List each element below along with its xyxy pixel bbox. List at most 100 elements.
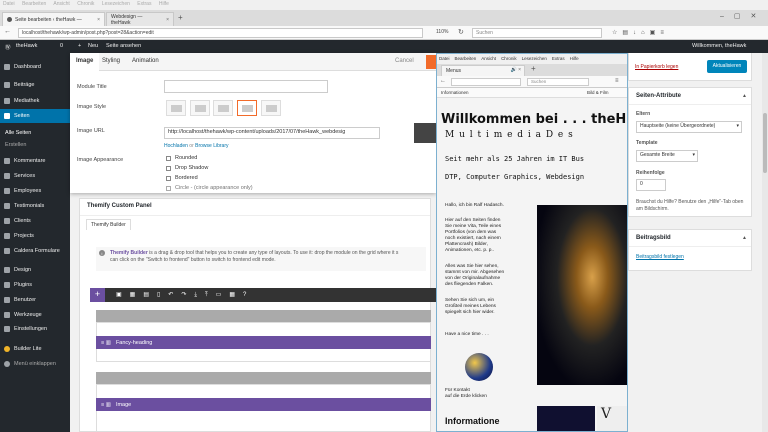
close-icon[interactable]: 🔊 × bbox=[510, 67, 521, 73]
cancel-button[interactable]: Cancel bbox=[395, 58, 414, 64]
trash-link[interactable]: In Papierkorb legen bbox=[635, 64, 678, 70]
module-image[interactable]: ≡ ▥ Image bbox=[96, 398, 431, 411]
close-icon[interactable]: × bbox=[166, 17, 169, 23]
browse-library-link[interactable]: Browse Library bbox=[195, 143, 228, 149]
menu-extras[interactable]: Extras bbox=[552, 56, 565, 62]
update-button[interactable]: Aktualisieren bbox=[707, 60, 747, 73]
wp-logo-icon[interactable]: Ⓦ bbox=[5, 43, 11, 51]
image-url-input[interactable]: http://localhost/thehawk/wp-content/uplo… bbox=[164, 127, 380, 139]
tab-animation[interactable]: Animation bbox=[132, 58, 159, 64]
module-fancy-heading[interactable]: ≡ ▥ Fancy-heading bbox=[96, 336, 431, 349]
menu-bearbeiten[interactable]: Bearbeiten bbox=[455, 56, 477, 62]
module-title-input[interactable] bbox=[164, 80, 328, 93]
set-featured-image-link[interactable]: Beitragsbild festlegen bbox=[636, 254, 684, 260]
overlay-url-bar[interactable] bbox=[451, 78, 521, 86]
style-option[interactable] bbox=[190, 100, 210, 116]
admin-welcome[interactable]: Willkommen, theHawk bbox=[692, 43, 746, 49]
zoom-level[interactable]: 110% bbox=[436, 29, 448, 35]
menu-hilfe[interactable]: Hilfe bbox=[570, 56, 579, 62]
back-icon[interactable]: ← bbox=[4, 28, 11, 35]
sidebar-item-pages[interactable]: Seiten bbox=[0, 109, 70, 123]
close-icon[interactable]: × bbox=[97, 17, 100, 23]
sidebar-item-media[interactable]: Mediathek bbox=[0, 95, 70, 107]
drag-handle-icon[interactable]: ≡ ▥ bbox=[101, 340, 111, 346]
scrollbar-thumb[interactable] bbox=[763, 113, 767, 173]
sidebar-item-design[interactable]: Design bbox=[0, 264, 70, 276]
collapse-icon[interactable]: ▲ bbox=[742, 93, 747, 99]
sidebar-item-users[interactable]: Benutzer bbox=[0, 294, 70, 306]
sidebar-item-settings[interactable]: Einstellungen bbox=[0, 323, 70, 335]
style-option[interactable] bbox=[166, 100, 186, 116]
sidebar-item-comments[interactable]: Kommentare bbox=[0, 155, 70, 167]
comments-count[interactable]: 0 bbox=[60, 43, 63, 49]
parent-select[interactable]: Hauptseite (keine Übergeordnete) ▾ bbox=[636, 121, 742, 133]
window-controls[interactable]: –▢✕ bbox=[720, 12, 766, 20]
sidebar-item-employees[interactable]: Employees bbox=[0, 185, 70, 197]
overlay-search-input[interactable]: Suchen bbox=[527, 78, 589, 86]
new-tab-button[interactable]: + bbox=[178, 13, 183, 22]
sidebar-item-posts[interactable]: Beiträge bbox=[0, 79, 70, 91]
style-option-selected[interactable] bbox=[237, 100, 257, 116]
menu-ansicht[interactable]: Ansicht bbox=[481, 56, 496, 62]
menu-lesezeichen[interactable]: Lesezeichen bbox=[102, 1, 130, 7]
collapse-icon[interactable]: ▲ bbox=[742, 235, 747, 241]
collapse-menu[interactable]: Menü einklappen bbox=[0, 358, 70, 370]
menu-ansicht[interactable]: Ansicht bbox=[53, 1, 69, 7]
menu-icon[interactable]: ≡ bbox=[615, 78, 619, 84]
sidebar-item-tools[interactable]: Werkzeuge bbox=[0, 309, 70, 321]
tab-themify-builder[interactable]: Themify Builder bbox=[86, 219, 131, 230]
style-option[interactable] bbox=[213, 100, 233, 116]
menu-chronik[interactable]: Chronik bbox=[77, 1, 94, 7]
upload-link[interactable]: Hochladen bbox=[164, 143, 188, 149]
checkbox-circle[interactable]: Circle - (circle appearance only) bbox=[166, 185, 253, 191]
bookmark-bild-film[interactable]: Bild & Film bbox=[587, 90, 609, 95]
tab-webdesign[interactable]: Webdesign — theHawk × bbox=[106, 12, 174, 26]
toolbar-icons[interactable]: ☆▤↓⌂▣≡ bbox=[612, 29, 669, 36]
menu-lesezeichen[interactable]: Lesezeichen bbox=[522, 56, 547, 62]
admin-new[interactable]: Neu bbox=[88, 43, 98, 49]
admin-view-page[interactable]: Seite ansehen bbox=[106, 43, 141, 49]
reload-icon[interactable]: ↻ bbox=[458, 28, 464, 36]
search-input[interactable]: Suchen bbox=[472, 28, 602, 38]
sidebar-item-dashboard[interactable]: Dashboard bbox=[0, 61, 70, 73]
tab-image[interactable]: Image bbox=[70, 53, 100, 71]
sidebar-item-all-pages[interactable]: Alle Seiten bbox=[0, 127, 70, 139]
menu-datei[interactable]: Datei bbox=[3, 1, 15, 7]
row-header[interactable] bbox=[96, 310, 431, 322]
checkbox-drop-shadow[interactable]: Drop Shadow bbox=[166, 165, 208, 171]
url-bar[interactable]: localhost/thehawk/wp-admin/post.php?post… bbox=[18, 28, 423, 38]
template-select[interactable]: Gesamte Breite ▾ bbox=[636, 150, 698, 162]
menu-chronik[interactable]: Chronik bbox=[501, 56, 517, 62]
tab-edit-page[interactable]: Seite bearbeiten ‹ theHawk — × bbox=[2, 12, 105, 26]
plus-icon[interactable]: + bbox=[78, 43, 81, 49]
checkbox-bordered[interactable]: Bordered bbox=[166, 175, 198, 181]
tab-menus[interactable]: Menus 🔊 × bbox=[441, 65, 525, 76]
style-option[interactable] bbox=[261, 100, 281, 116]
back-icon[interactable]: ← bbox=[440, 78, 446, 84]
sidebar-item-services[interactable]: Services bbox=[0, 170, 70, 182]
add-module-button[interactable]: + bbox=[90, 288, 105, 302]
bookmark-informationen[interactable]: Informationen bbox=[441, 90, 469, 95]
menu-bearbeiten[interactable]: Bearbeiten bbox=[22, 1, 46, 7]
sidebar-item-plugins[interactable]: Plugins bbox=[0, 279, 70, 291]
admin-site-name[interactable]: theHawk bbox=[16, 43, 37, 49]
save-button[interactable] bbox=[426, 55, 436, 69]
sidebar-item-create[interactable]: Erstellen bbox=[0, 139, 70, 151]
order-input[interactable]: 0 bbox=[636, 179, 666, 191]
toolbar-icons[interactable]: ▣▦▤▯↶↷⤓⤒▭▦? bbox=[116, 291, 254, 299]
menu-hilfe[interactable]: Hilfe bbox=[159, 1, 169, 7]
sidebar-item-builder-lite[interactable]: Builder Lite bbox=[0, 343, 70, 355]
sidebar-item-testimonials[interactable]: Testimonials bbox=[0, 200, 70, 212]
earth-icon[interactable] bbox=[465, 353, 493, 381]
sidebar-item-clients[interactable]: Clients bbox=[0, 215, 70, 227]
sidebar-item-projects[interactable]: Projects bbox=[0, 230, 70, 242]
row-header[interactable] bbox=[96, 372, 431, 384]
menu-extras[interactable]: Extras bbox=[137, 1, 151, 7]
checkbox-rounded[interactable]: Rounded bbox=[166, 155, 197, 161]
tab-styling[interactable]: Styling bbox=[102, 58, 120, 64]
page-scrollbar[interactable] bbox=[762, 53, 768, 432]
drag-handle-icon[interactable]: ≡ ▥ bbox=[101, 402, 111, 408]
new-tab-button[interactable]: + bbox=[531, 64, 536, 73]
menu-datei[interactable]: Datei bbox=[439, 56, 450, 62]
sidebar-item-caldera[interactable]: Caldera Formulare bbox=[0, 245, 70, 257]
